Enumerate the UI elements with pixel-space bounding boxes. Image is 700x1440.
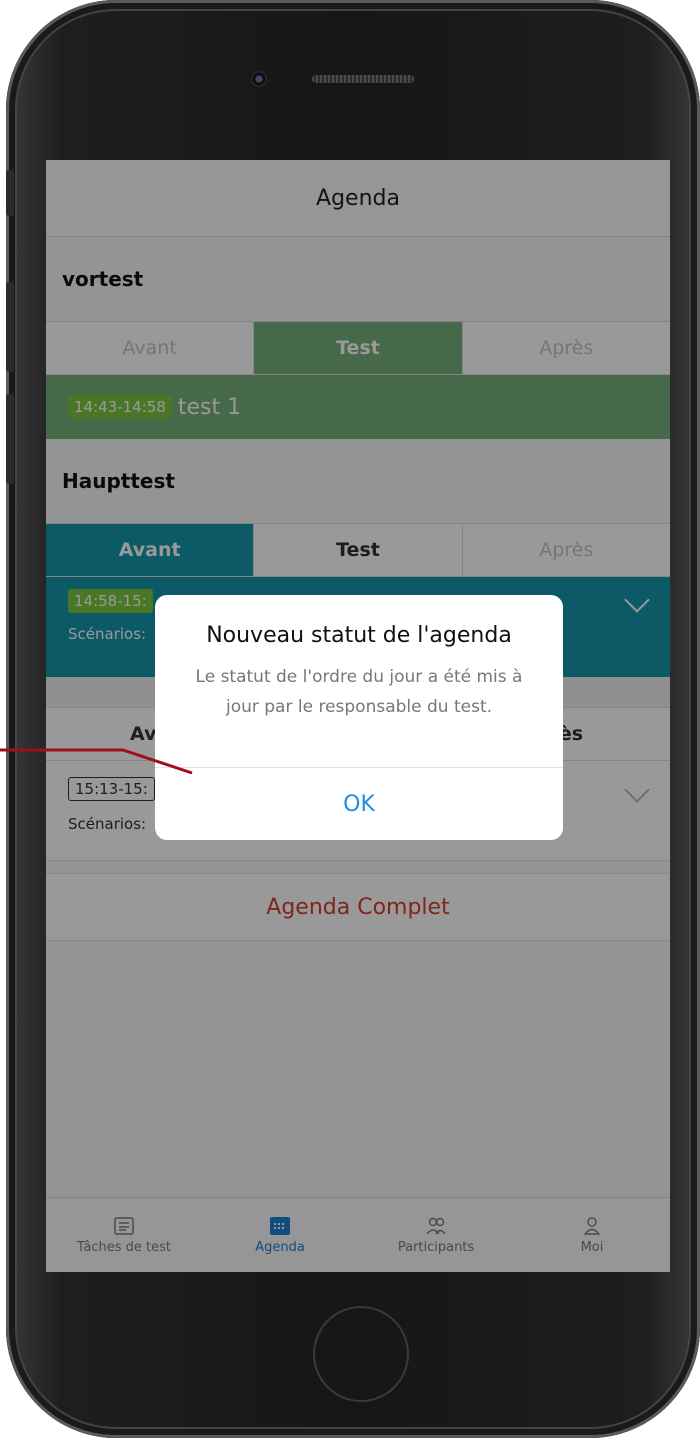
annotation-line bbox=[0, 748, 193, 775]
